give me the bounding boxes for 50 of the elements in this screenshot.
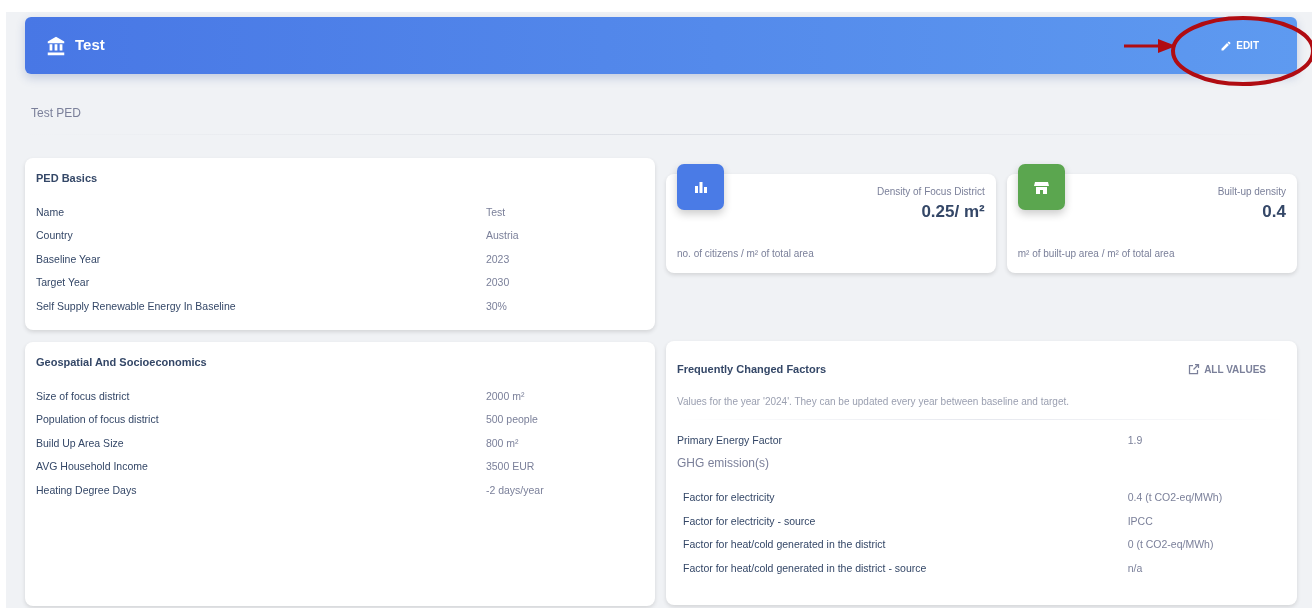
- row-value: 800 m²: [485, 435, 519, 451]
- card-title: PED Basics: [36, 171, 99, 186]
- stat-value: 0.25/ m²: [921, 201, 985, 223]
- row-value: Test: [485, 204, 506, 220]
- description: Values for the year '2024'. They can be updated every year between baseline and target.: [677, 394, 1071, 409]
- row-label: Self Supply Renewable Energy In Baseline: [36, 298, 237, 314]
- row-value: 30%: [485, 298, 507, 314]
- row-value: 2030: [485, 275, 510, 290]
- row-label: Name: [36, 204, 65, 220]
- all-values-link[interactable]: ALL VALUES: [1188, 361, 1266, 377]
- row-label: Factor for electricity - source: [682, 513, 817, 529]
- row-value: 1.9: [1127, 432, 1143, 448]
- external-link-icon: [1188, 363, 1201, 376]
- row-label: Baseline Year: [36, 251, 102, 267]
- stat-title: Built-up density: [1217, 185, 1286, 199]
- row-label: Factor for electricity: [682, 490, 776, 505]
- row-label: Population of focus district: [36, 412, 160, 427]
- stat-title: Density of Focus District: [876, 185, 985, 199]
- row-value: 500 people: [485, 412, 538, 427]
- card-title: Geospatial And Socioeconomics: [36, 355, 208, 370]
- row-label: Target Year: [36, 275, 91, 290]
- row-label: Size of focus district: [36, 388, 131, 404]
- stat-value: 0.4: [1262, 201, 1286, 223]
- pencil-icon: [1220, 39, 1233, 52]
- row-label: Heating Degree Days: [36, 482, 138, 498]
- row-value: n/a: [1127, 560, 1143, 576]
- row-value: IPCC: [1127, 513, 1153, 529]
- store-icon: [1033, 180, 1049, 194]
- row-value: 2023: [485, 251, 510, 267]
- row-value: 0.4 (t CO2-eq/MWh): [1127, 490, 1223, 505]
- row-label: Primary Energy Factor: [677, 432, 784, 448]
- stat-note: no. of citizens / m² of total area: [677, 247, 814, 261]
- row-value: 0 (t CO2-eq/MWh): [1127, 537, 1214, 552]
- bank-icon: [45, 34, 67, 57]
- page-title: Test: [75, 35, 105, 56]
- group-title: GHG emission(s): [677, 455, 770, 472]
- row-label: Factor for heat/cold generated in the district: [682, 537, 887, 552]
- row-value: Austria: [485, 228, 519, 243]
- row-label: AVG Household Income: [36, 459, 149, 474]
- row-label: Factor for heat/cold generated in the district - source: [682, 560, 928, 576]
- edit-button[interactable]: EDIT: [1214, 34, 1265, 57]
- row-value: -2 days/year: [485, 482, 544, 498]
- row-label: Build Up Area Size: [36, 435, 125, 451]
- row-value: 3500 EUR: [485, 459, 535, 474]
- row-label: Country: [36, 228, 74, 243]
- card-title: Frequently Changed Factors: [677, 362, 827, 377]
- bar-chart-icon: [693, 180, 708, 194]
- subtitle: Test PED: [31, 105, 82, 122]
- row-value: 2000 m²: [485, 388, 525, 404]
- stat-note: m² of built-up area / m² of total area: [1017, 247, 1175, 261]
